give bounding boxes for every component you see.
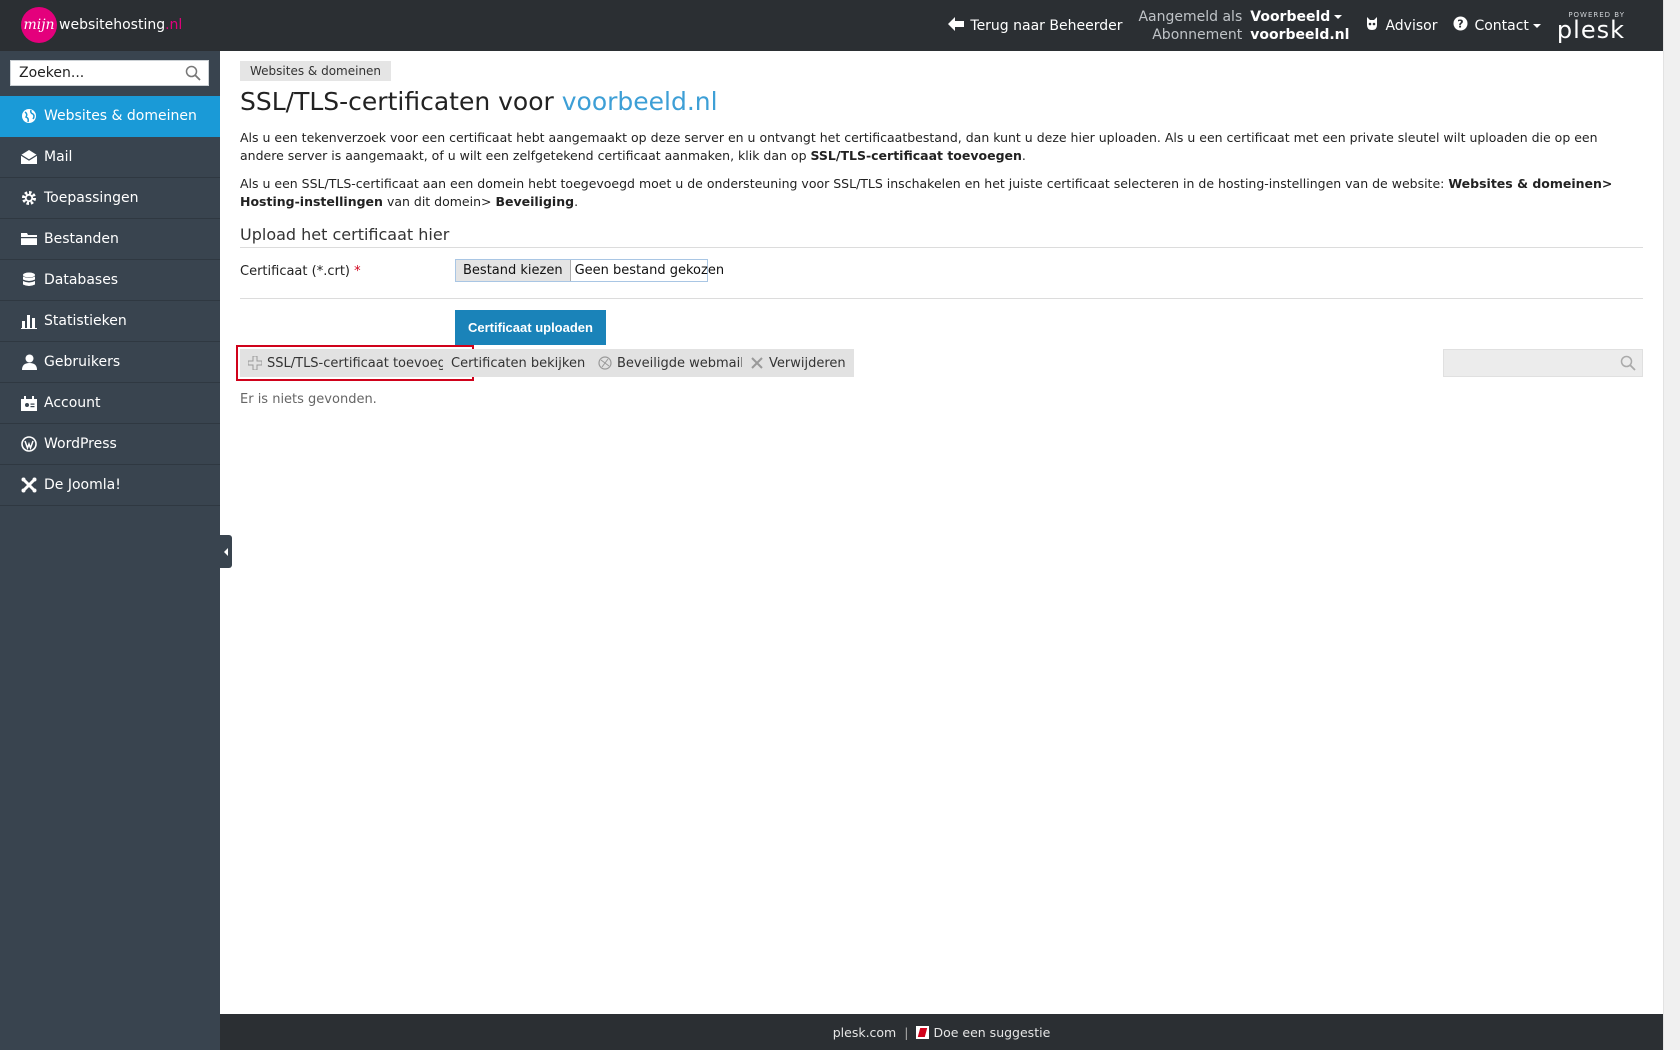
sidebar-item-account[interactable]: Account [0, 383, 220, 424]
caret-down-icon [1334, 14, 1343, 19]
sidebar-item-websites-domains[interactable]: Websites & domeinen [0, 96, 220, 137]
top-bar: mijn websitehosting.nl Terug naar Beheer… [0, 0, 1663, 51]
sidebar-item-mail[interactable]: Mail [0, 137, 220, 178]
add-certificate-label: SSL/TLS-certificaat toevoegen [267, 355, 463, 371]
search-icon[interactable] [1620, 355, 1636, 371]
webmail-icon [598, 356, 612, 370]
list-search-input[interactable] [1444, 350, 1614, 376]
vertical-scrollbar[interactable] [1663, 0, 1680, 1050]
contact-menu[interactable]: ? Contact [1453, 16, 1541, 35]
intro-text: Als u een tekenverzoek voor een certific… [240, 129, 1643, 221]
plus-icon [248, 356, 262, 370]
sidebar-item-joomla[interactable]: De Joomla! [0, 465, 220, 506]
required-mark: * [354, 264, 361, 279]
choose-file-button[interactable]: Bestand kiezen [456, 260, 571, 281]
certificates-toolbar: SSL/TLS-certificaat toevoegen Certificat… [235, 345, 1643, 381]
contact-label: Contact [1474, 17, 1529, 34]
sidebar-item-label: Databases [44, 272, 119, 288]
account-icon [20, 394, 38, 412]
list-search [1443, 349, 1643, 377]
page-title-domain-link[interactable]: voorbeeld.nl [562, 87, 718, 116]
suggestion-icon [916, 1025, 930, 1039]
subscription-value[interactable]: voorbeeld.nl [1250, 26, 1349, 44]
delete-label: Verwijderen [769, 355, 846, 371]
sidebar-item-label: Account [44, 395, 101, 411]
wordpress-icon [20, 435, 38, 453]
back-to-admin-label: Terug naar Beheerder [970, 17, 1123, 34]
sidebar: Websites & domeinen Mail Toepassingen Be… [0, 51, 220, 1050]
envelope-icon [20, 148, 38, 166]
breadcrumb[interactable]: Websites & domeinen [240, 61, 392, 81]
sidebar-item-wordpress[interactable]: WordPress [0, 424, 220, 465]
logged-in-label: Aangemeld als [1138, 8, 1243, 25]
sidebar-item-label: Mail [44, 149, 73, 165]
caret-down-icon [1532, 23, 1541, 28]
upload-section-title: Upload het certificaat hier [240, 225, 450, 244]
divider [240, 298, 1643, 299]
footer-separator: | [904, 1024, 909, 1040]
sidebar-item-label: De Joomla! [44, 477, 121, 493]
add-certificate-button[interactable]: SSL/TLS-certificaat toevoegen [235, 345, 475, 381]
advisor-label: Advisor [1385, 17, 1438, 34]
footer: plesk.com | Doe een suggestie [220, 1014, 1663, 1050]
certificate-file-input[interactable]: Bestand kiezen Geen bestand gekozen [455, 259, 724, 282]
intro-paragraph-2: Als u een SSL/TLS-certificaat aan een do… [240, 176, 1613, 209]
brand-name: websitehosting.nl [59, 17, 183, 33]
advisor-link[interactable]: Advisor [1365, 16, 1437, 35]
sidebar-search-input[interactable] [11, 61, 181, 85]
intro-paragraph-1: Als u een tekenverzoek voor een certific… [240, 130, 1598, 163]
database-icon [20, 271, 38, 289]
back-to-admin-link[interactable]: Terug naar Beheerder [948, 16, 1123, 35]
arrow-left-icon [948, 16, 965, 35]
help-icon: ? [1453, 16, 1468, 35]
page-title: SSL/TLS-certificaten voor voorbeeld.nl [240, 87, 718, 116]
sidebar-collapse-toggle[interactable] [220, 535, 232, 568]
sidebar-nav: Websites & domeinen Mail Toepassingen Be… [0, 96, 220, 506]
brand-logo[interactable]: mijn websitehosting.nl [21, 7, 182, 43]
globe-icon [20, 107, 38, 125]
sidebar-item-label: WordPress [44, 436, 117, 452]
sidebar-item-label: Websites & domeinen [44, 108, 197, 124]
subscription-label: Abonnement [1152, 26, 1243, 43]
user-icon [20, 353, 38, 371]
bar-chart-icon [20, 312, 38, 330]
chevron-left-icon [224, 547, 228, 556]
delete-button[interactable]: Verwijderen [742, 349, 854, 377]
gear-icon [20, 189, 38, 207]
folder-icon [20, 230, 38, 248]
delete-icon [750, 356, 764, 370]
upload-certificate-button[interactable]: Certificaat uploaden [455, 310, 606, 345]
plesk-wordmark: plesk [1556, 15, 1625, 44]
sidebar-item-applications[interactable]: Toepassingen [0, 178, 220, 219]
sidebar-item-label: Bestanden [44, 231, 119, 247]
logged-in-user-menu[interactable]: Voorbeeld [1250, 8, 1349, 26]
search-icon[interactable] [185, 65, 201, 81]
footer-suggestion-link[interactable]: Doe een suggestie [916, 1025, 1050, 1040]
secure-webmail-button[interactable]: Beveiligde webmail [590, 349, 752, 377]
account-info: Aangemeld als Voorbeeld Abonnement voorb… [1138, 8, 1349, 44]
joomla-icon [20, 476, 38, 494]
sidebar-item-users[interactable]: Gebruikers [0, 342, 220, 383]
view-certificates-button[interactable]: Certificaten bekijken [443, 349, 594, 377]
sidebar-item-label: Statistieken [44, 313, 127, 329]
view-certificates-label: Certificaten bekijken [451, 355, 586, 371]
sidebar-item-statistics[interactable]: Statistieken [0, 301, 220, 342]
brand-logo-mark: mijn [21, 7, 57, 43]
file-status-text: Geen bestand gekozen [574, 263, 725, 278]
secure-webmail-label: Beveiligde webmail [617, 355, 744, 371]
sidebar-item-databases[interactable]: Databases [0, 260, 220, 301]
divider [240, 247, 1643, 248]
sidebar-search [10, 60, 209, 86]
footer-plesk-link[interactable]: plesk.com [833, 1025, 897, 1040]
advisor-icon [1365, 16, 1379, 35]
sidebar-item-files[interactable]: Bestanden [0, 219, 220, 260]
svg-text:?: ? [1458, 18, 1464, 31]
empty-list-message: Er is niets gevonden. [240, 392, 377, 407]
certificate-field-label: Certificaat (*.crt) * [240, 264, 361, 279]
sidebar-item-label: Gebruikers [44, 354, 121, 370]
sidebar-item-label: Toepassingen [44, 190, 139, 206]
plesk-logo: POWERED BY plesk [1556, 11, 1625, 44]
